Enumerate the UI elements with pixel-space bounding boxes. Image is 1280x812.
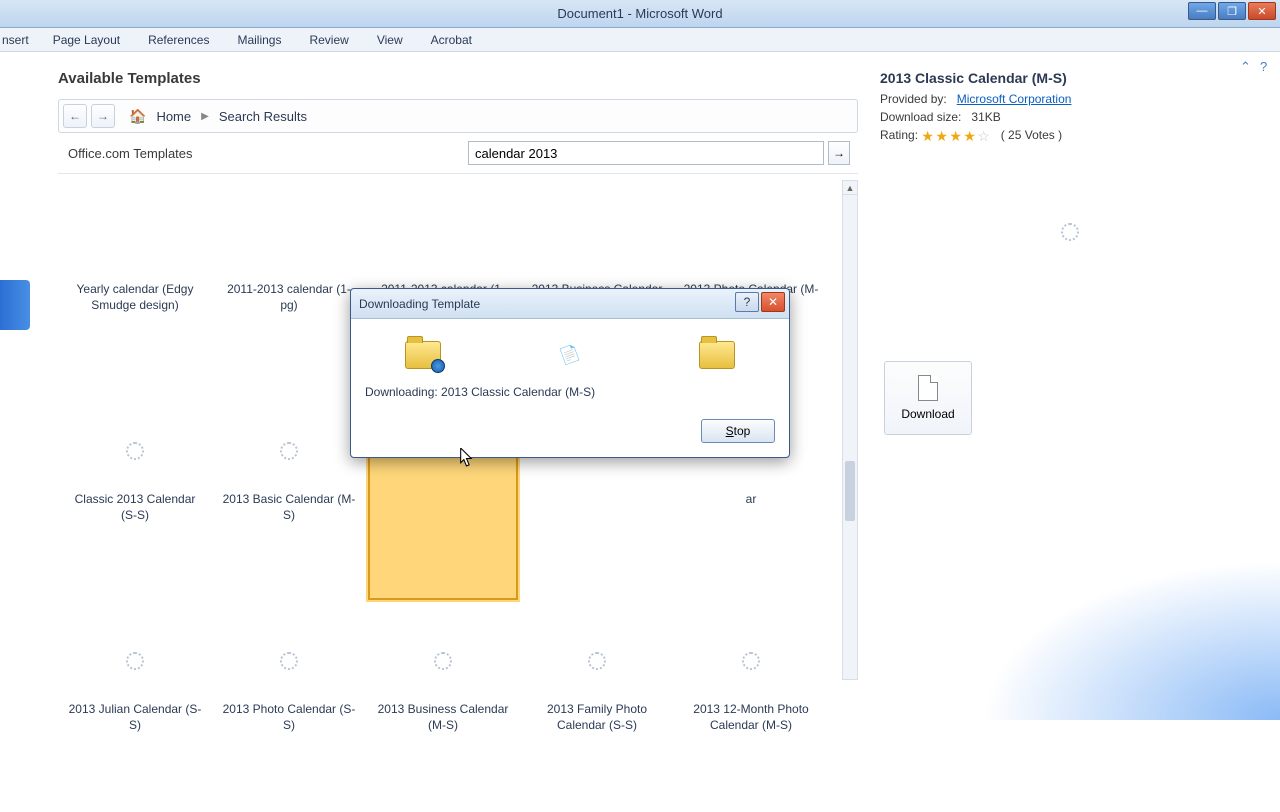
dialog-titlebar[interactable]: Downloading Template ? ✕ <box>351 289 789 319</box>
tile-label: 2013 Business Calendar (M-S) <box>373 702 513 733</box>
ribbon-tab-acrobat[interactable]: Acrobat <box>417 30 486 50</box>
close-button[interactable]: ✕ <box>1248 2 1276 20</box>
document-icon <box>918 375 938 401</box>
ribbon-tab-mailings[interactable]: Mailings <box>223 30 295 50</box>
loading-spinner-icon <box>434 652 452 670</box>
template-tile[interactable]: Classic 2013 Calendar (S-S) <box>58 392 212 602</box>
star-rating: ★ ★ ★ ★ ☆ <box>921 129 991 143</box>
stop-button[interactable]: Stop <box>701 419 775 443</box>
loading-spinner-icon <box>280 442 298 460</box>
window-titlebar: Document1 - Microsoft Word — ❐ ✕ <box>0 0 1280 28</box>
loading-spinner-icon <box>742 652 760 670</box>
star-icon: ★ <box>949 129 963 143</box>
source-folder-icon <box>405 341 441 369</box>
tile-label: Yearly calendar (Edgy Smudge design) <box>65 282 205 313</box>
nav-forward-button[interactable]: → <box>91 104 115 128</box>
tile-label: 2013 Photo Calendar (S-S) <box>219 702 359 733</box>
download-animation: 📄 <box>365 341 775 369</box>
ribbon-tabs: nsert Page Layout References Mailings Re… <box>0 28 1280 52</box>
tile-label: 2013 Julian Calendar (S-S) <box>65 702 205 733</box>
tile-label: Classic 2013 Calendar (S-S) <box>65 492 205 523</box>
ribbon-tab-page-layout[interactable]: Page Layout <box>39 30 134 50</box>
tile-label: 2013 Family Photo Calendar (S-S) <box>527 702 667 733</box>
template-details-pane: 2013 Classic Calendar (M-S) Provided by:… <box>880 52 1280 720</box>
dialog-title-text: Downloading Template <box>359 297 480 311</box>
minimize-button[interactable]: — <box>1188 2 1216 20</box>
templates-grid: Yearly calendar (Edgy Smudge design) 201… <box>58 174 858 812</box>
template-tile[interactable]: 2013 12-Month Photo Calendar (M-S) <box>674 602 828 812</box>
loading-spinner-icon <box>126 442 144 460</box>
ribbon-minimize-icon[interactable]: ⌃ <box>1240 59 1254 73</box>
template-tile[interactable]: 2013 Photo Calendar (S-S) <box>212 602 366 812</box>
tile-label: ar <box>681 492 821 508</box>
window-controls: — ❐ ✕ <box>1188 2 1276 20</box>
rating-label: Rating: <box>880 128 918 142</box>
ribbon-tab-review[interactable]: Review <box>295 30 362 50</box>
window-title: Document1 - Microsoft Word <box>557 6 722 21</box>
template-tile[interactable]: 2013 Julian Calendar (S-S) <box>58 602 212 812</box>
download-size-label: Download size: <box>880 110 961 124</box>
scroll-thumb[interactable] <box>845 461 855 521</box>
downloading-dialog: Downloading Template ? ✕ 📄 Downloading: … <box>350 288 790 458</box>
maximize-button[interactable]: ❐ <box>1218 2 1246 20</box>
flying-paper-icon: 📄 <box>557 342 583 368</box>
download-button-label: Download <box>901 407 954 421</box>
downloading-text: Downloading: 2013 Classic Calendar (M-S) <box>365 385 775 399</box>
preview-loading-spinner-icon <box>1061 223 1079 241</box>
star-icon: ☆ <box>977 129 991 143</box>
globe-icon <box>431 359 445 373</box>
templates-search-bar: Office.com Templates → <box>58 139 858 167</box>
ribbon-tab-references[interactable]: References <box>134 30 223 50</box>
ribbon-tab-insert[interactable]: nsert <box>2 30 39 50</box>
home-icon[interactable]: 🏠 <box>129 108 146 125</box>
provided-by-link[interactable]: Microsoft Corporation <box>957 92 1072 106</box>
star-icon: ★ <box>921 129 935 143</box>
scroll-up-icon[interactable]: ▲ <box>843 181 857 195</box>
detail-title: 2013 Classic Calendar (M-S) <box>880 70 1260 86</box>
provided-by-label: Provided by: <box>880 92 947 106</box>
votes-count: ( 25 Votes ) <box>1001 128 1062 142</box>
search-input[interactable] <box>468 141 824 165</box>
stop-button-rest: top <box>734 424 751 438</box>
tile-label: 2013 12-Month Photo Calendar (M-S) <box>681 702 821 733</box>
dialog-help-button[interactable]: ? <box>735 292 759 312</box>
destination-folder-icon <box>699 341 735 369</box>
ribbon-tab-view[interactable]: View <box>363 30 417 50</box>
star-icon: ★ <box>935 129 949 143</box>
template-tile[interactable]: 2013 Business Calendar (M-S) <box>366 602 520 812</box>
template-tile[interactable]: 2011-2013 calendar (1-pg) <box>212 182 366 392</box>
nav-home-label[interactable]: Home <box>150 109 197 124</box>
chevron-right-icon: ▶ <box>201 111 209 122</box>
templates-scrollbar[interactable]: ▲ <box>842 180 858 680</box>
loading-spinner-icon <box>588 652 606 670</box>
available-templates-header: Available Templates <box>58 70 880 87</box>
template-tile[interactable]: 2013 Basic Calendar (M-S) <box>212 392 366 602</box>
tile-label: 2013 Basic Calendar (M-S) <box>219 492 359 523</box>
download-size-value: 31KB <box>971 110 1000 124</box>
download-button[interactable]: Download <box>884 361 972 435</box>
provided-by-row: Provided by: Microsoft Corporation <box>880 92 1260 106</box>
office-templates-label: Office.com Templates <box>58 146 468 161</box>
loading-spinner-icon <box>280 652 298 670</box>
dialog-close-button[interactable]: ✕ <box>761 292 785 312</box>
nav-results-label[interactable]: Search Results <box>213 109 313 124</box>
help-icon[interactable]: ? <box>1260 59 1274 73</box>
nav-back-button[interactable]: ← <box>63 104 87 128</box>
rating-row: Rating: ★ ★ ★ ★ ☆ ( 25 Votes ) <box>880 128 1260 143</box>
search-go-button[interactable]: → <box>828 141 850 165</box>
star-icon: ★ <box>963 129 977 143</box>
templates-nav: ← → 🏠 Home ▶ Search Results <box>58 99 858 133</box>
download-size-row: Download size: 31KB <box>880 110 1260 124</box>
tile-label: 2011-2013 calendar (1-pg) <box>219 282 359 313</box>
loading-spinner-icon <box>126 652 144 670</box>
template-tile[interactable]: Yearly calendar (Edgy Smudge design) <box>58 182 212 392</box>
template-tile[interactable]: 2013 Family Photo Calendar (S-S) <box>520 602 674 812</box>
